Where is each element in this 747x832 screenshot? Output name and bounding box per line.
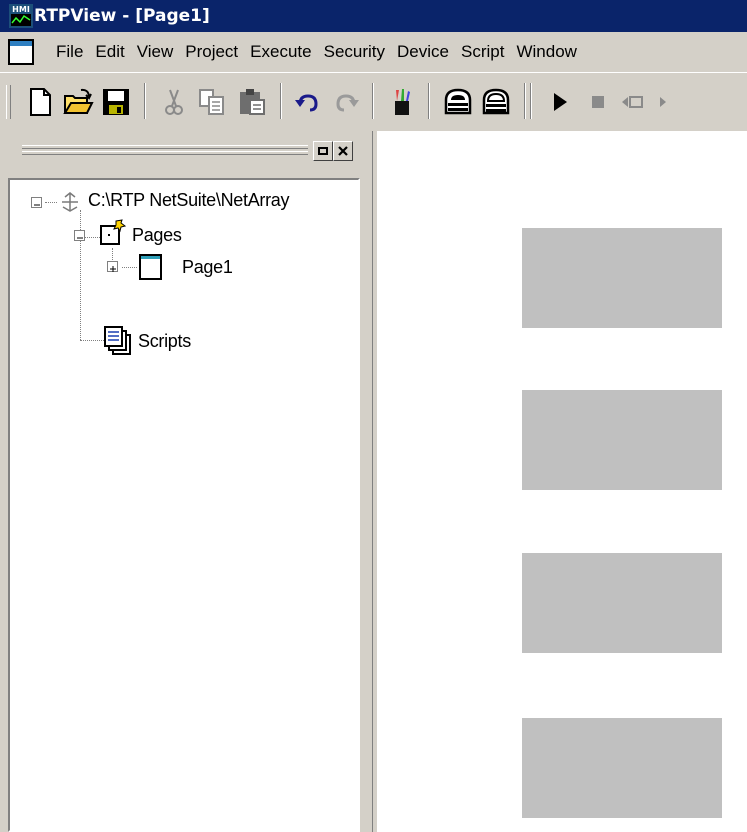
menu-edit[interactable]: Edit bbox=[89, 32, 130, 72]
pane-restore-button[interactable] bbox=[313, 141, 333, 161]
new-icon[interactable] bbox=[24, 86, 56, 118]
cut-icon[interactable] bbox=[158, 86, 190, 118]
paste-icon[interactable] bbox=[236, 86, 268, 118]
lock-page-icon[interactable] bbox=[442, 86, 474, 118]
undo-icon[interactable] bbox=[292, 86, 324, 118]
unlock-page-icon[interactable] bbox=[480, 86, 512, 118]
menu-window[interactable]: Window bbox=[510, 32, 582, 72]
placeholder-box[interactable] bbox=[522, 718, 722, 818]
pane-header[interactable] bbox=[0, 131, 372, 177]
stop-icon[interactable] bbox=[582, 86, 614, 118]
step-back-icon[interactable] bbox=[618, 86, 650, 118]
save-icon[interactable] bbox=[100, 86, 132, 118]
menu-script[interactable]: Script bbox=[455, 32, 510, 72]
run-icon[interactable] bbox=[544, 86, 576, 118]
toolbar-grip[interactable] bbox=[6, 85, 11, 119]
project-tree[interactable]: C:\RTP NetSuite\NetArray Pages Page1 Scr… bbox=[8, 178, 360, 832]
scripts-icon bbox=[104, 326, 131, 355]
copy-icon[interactable] bbox=[196, 86, 228, 118]
menu-file[interactable]: File bbox=[50, 32, 89, 72]
close-icon bbox=[338, 146, 348, 156]
page-canvas[interactable] bbox=[377, 131, 747, 832]
toolbar-separator bbox=[524, 83, 526, 119]
redo-icon[interactable] bbox=[330, 86, 362, 118]
tree-page1-label[interactable]: Page1 bbox=[182, 257, 233, 278]
menu-security[interactable]: Security bbox=[318, 32, 391, 72]
placeholder-box[interactable] bbox=[522, 553, 722, 653]
pane-close-button[interactable] bbox=[333, 141, 353, 161]
toolbar bbox=[0, 72, 747, 132]
toolbar-separator bbox=[428, 83, 430, 119]
title-bar[interactable]: HMI RTPView - [Page1] bbox=[0, 0, 747, 32]
toolbar-separator bbox=[530, 83, 532, 119]
menu-bar: File Edit View Project Execute Security … bbox=[0, 32, 747, 72]
window-title: RTPView - [Page1] bbox=[34, 6, 210, 26]
root-collapse-toggle[interactable] bbox=[31, 197, 42, 208]
toolbar-separator bbox=[372, 83, 374, 119]
document-window-icon[interactable] bbox=[8, 39, 34, 65]
project-root-icon bbox=[62, 192, 78, 212]
menu-view[interactable]: View bbox=[131, 32, 180, 72]
pens-icon[interactable] bbox=[386, 86, 418, 118]
placeholder-box[interactable] bbox=[522, 390, 722, 490]
open-folder-icon[interactable] bbox=[62, 86, 94, 118]
pane-grip[interactable] bbox=[22, 151, 308, 155]
project-pane: C:\RTP NetSuite\NetArray Pages Page1 Scr… bbox=[0, 131, 372, 832]
app-icon-label: HMI bbox=[12, 5, 30, 14]
pages-folder-icon bbox=[100, 219, 127, 245]
step-forward-icon[interactable] bbox=[654, 86, 686, 118]
menu-device[interactable]: Device bbox=[391, 32, 455, 72]
restore-icon bbox=[318, 147, 328, 155]
menu-project[interactable]: Project bbox=[179, 32, 244, 72]
hmi-app-icon: HMI bbox=[9, 4, 33, 28]
tree-root-label[interactable]: C:\RTP NetSuite\NetArray bbox=[88, 190, 290, 211]
menu-execute[interactable]: Execute bbox=[244, 32, 317, 72]
minus-icon bbox=[34, 204, 40, 206]
placeholder-box[interactable] bbox=[522, 228, 722, 328]
pane-grip[interactable] bbox=[22, 145, 308, 149]
plus-icon bbox=[110, 266, 116, 272]
toolbar-separator bbox=[280, 83, 282, 119]
pages-collapse-toggle[interactable] bbox=[74, 230, 85, 241]
page-icon bbox=[139, 254, 162, 280]
page1-expand-toggle[interactable] bbox=[107, 261, 118, 272]
tree-scripts-label[interactable]: Scripts bbox=[138, 331, 191, 352]
minus-icon bbox=[77, 237, 83, 239]
toolbar-separator bbox=[144, 83, 146, 119]
tree-pages-label[interactable]: Pages bbox=[132, 225, 182, 246]
